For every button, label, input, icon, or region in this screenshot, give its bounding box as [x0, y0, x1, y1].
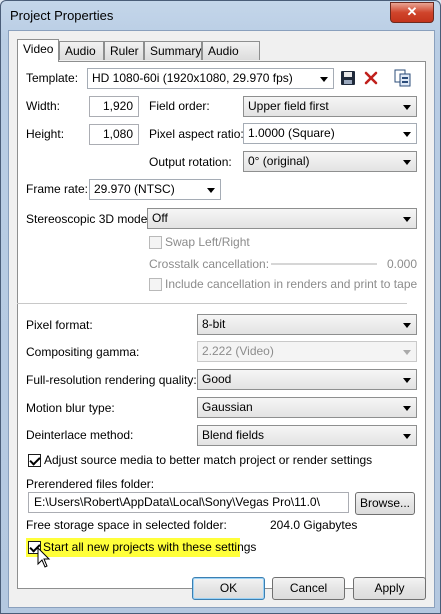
chevron-down-icon	[403, 105, 411, 110]
field-order-label: Field order:	[149, 99, 210, 113]
height-input[interactable]: 1,080	[89, 124, 139, 145]
stereo-mode-select[interactable]: Off	[147, 208, 417, 229]
tab-audio-cd[interactable]: Audio CD	[202, 41, 260, 76]
adjust-source-checkbox[interactable]	[28, 454, 41, 467]
output-rotation-label: Output rotation:	[149, 155, 232, 169]
motion-blur-select[interactable]: Gaussian	[197, 397, 417, 418]
render-quality-select[interactable]: Good	[197, 369, 417, 390]
compositing-gamma-label: Compositing gamma:	[26, 345, 140, 359]
compositing-gamma-value: 2.222 (Video)	[202, 344, 274, 358]
window-title: Project Properties	[10, 8, 114, 23]
project-properties-window: Project Properties ✕ Video Audio Ruler S…	[0, 0, 441, 614]
adjust-source-label: Adjust source media to better match proj…	[44, 453, 373, 467]
ok-button[interactable]: OK	[192, 577, 265, 600]
motion-blur-label: Motion blur type:	[26, 401, 115, 415]
pixel-aspect-select[interactable]: 1.0000 (Square)	[243, 123, 417, 144]
render-quality-label: Full-resolution rendering quality:	[26, 373, 197, 387]
apply-button[interactable]: Apply	[353, 577, 426, 600]
pixel-format-value: 8-bit	[202, 317, 226, 331]
start-all-label: Start all new projects with these settin…	[43, 540, 257, 554]
chevron-down-icon	[403, 434, 411, 439]
field-order-value: Upper field first	[248, 99, 329, 113]
mouse-pointer-icon	[37, 547, 51, 568]
frame-rate-label: Frame rate:	[26, 182, 89, 196]
pixel-format-label: Pixel format:	[26, 318, 93, 332]
deinterlace-label: Deinterlace method:	[26, 428, 134, 442]
include-cancellation-label: Include cancellation in renders and prin…	[165, 277, 418, 291]
width-input[interactable]: 1,920	[89, 96, 139, 117]
chevron-down-icon	[403, 217, 411, 222]
title-bar[interactable]: Project Properties ✕	[1, 1, 440, 31]
prerendered-label: Prerendered files folder:	[26, 477, 155, 491]
crosstalk-label: Crosstalk cancellation:	[149, 257, 270, 271]
frame-rate-value: 29.970 (NTSC)	[94, 182, 175, 196]
swap-left-right-checkbox[interactable]	[149, 236, 162, 249]
match-media-icon[interactable]	[394, 69, 412, 87]
swap-left-right-label: Swap Left/Right	[165, 235, 250, 249]
delete-icon[interactable]	[363, 70, 379, 86]
save-icon[interactable]	[340, 70, 356, 86]
chevron-down-icon	[320, 77, 328, 82]
height-label: Height:	[26, 127, 65, 141]
pixel-format-select[interactable]: 8-bit	[197, 314, 417, 335]
tab-summary[interactable]: Summary	[144, 41, 202, 60]
width-label: Width:	[26, 99, 61, 113]
pixel-aspect-value: 1.0000 (Square)	[248, 126, 335, 140]
prerendered-folder-input[interactable]: E:\Users\Robert\AppData\Local\Sony\Vegas…	[28, 492, 349, 513]
pixel-aspect-label: Pixel aspect ratio:	[149, 127, 244, 141]
close-button[interactable]: ✕	[390, 2, 434, 23]
field-order-select[interactable]: Upper field first	[243, 96, 417, 117]
motion-blur-value: Gaussian	[202, 400, 253, 414]
chevron-down-icon	[403, 132, 411, 137]
tab-video[interactable]: Video	[17, 39, 59, 62]
output-rotation-value: 0° (original)	[248, 154, 310, 168]
crosstalk-value: 0.000	[387, 257, 418, 271]
template-value: HD 1080-60i (1920x1080, 29.970 fps)	[92, 71, 293, 85]
compositing-gamma-select[interactable]: 2.222 (Video)	[197, 341, 417, 362]
free-space-label: Free storage space in selected folder:	[26, 518, 227, 532]
chevron-down-icon	[403, 323, 411, 328]
chevron-down-icon	[403, 406, 411, 411]
render-quality-value: Good	[202, 372, 232, 386]
tab-ruler[interactable]: Ruler	[104, 41, 144, 60]
frame-rate-select[interactable]: 29.970 (NTSC)	[89, 179, 221, 200]
stereo-mode-value: Off	[152, 211, 168, 225]
chevron-down-icon	[403, 160, 411, 165]
template-label: Template:	[26, 71, 79, 85]
chevron-down-icon	[403, 378, 411, 383]
cancel-button[interactable]: Cancel	[272, 577, 345, 600]
output-rotation-select[interactable]: 0° (original)	[243, 151, 417, 172]
browse-button[interactable]: Browse...	[355, 492, 415, 515]
deinterlace-select[interactable]: Blend fields	[197, 425, 417, 446]
tab-audio[interactable]: Audio	[59, 41, 104, 60]
chevron-down-icon	[403, 350, 411, 355]
crosstalk-slider[interactable]	[271, 263, 377, 265]
section-divider	[17, 303, 407, 304]
deinterlace-value: Blend fields	[202, 428, 265, 442]
include-cancellation-checkbox[interactable]	[149, 278, 162, 291]
free-space-value: 204.0 Gigabytes	[270, 518, 358, 532]
template-select[interactable]: HD 1080-60i (1920x1080, 29.970 fps)	[87, 68, 334, 89]
stereo-mode-label: Stereoscopic 3D mode:	[26, 212, 151, 226]
chevron-down-icon	[207, 188, 215, 193]
